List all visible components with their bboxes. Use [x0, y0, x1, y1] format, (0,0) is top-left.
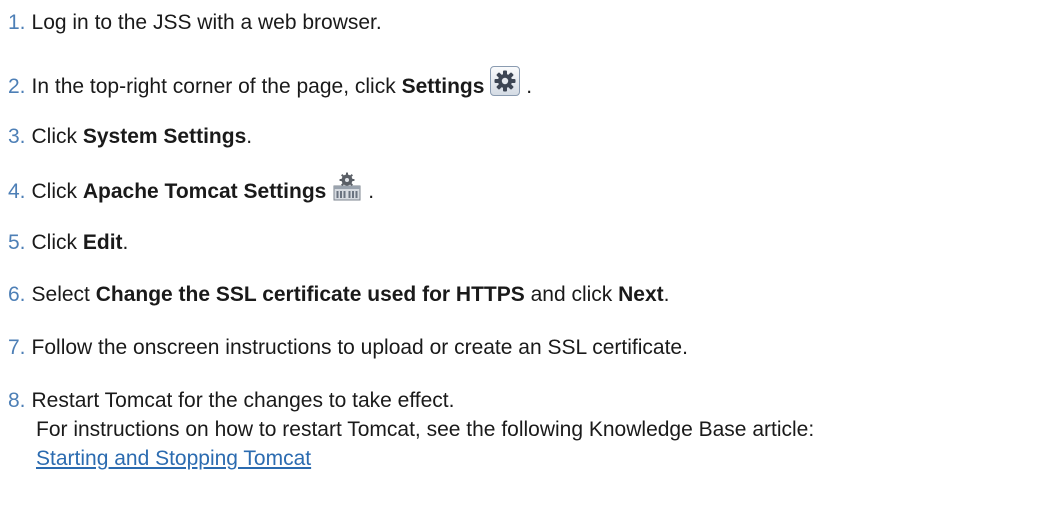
step-8: 8. Restart Tomcat for the changes to take… — [8, 386, 814, 473]
step-text: In the top-right corner of the page, cli… — [31, 75, 402, 98]
step-text: Restart Tomcat for the changes to take e… — [31, 389, 455, 412]
step-7: 7. Follow the onscreen instructions to up… — [8, 333, 688, 362]
step-text: Log in to the JSS with a web browser. — [31, 11, 382, 34]
step-number: 1. — [8, 11, 26, 34]
step-number: 4. — [8, 180, 26, 203]
step-number: 5. — [8, 231, 26, 254]
change-ssl-label: Change the SSL certificate used for HTTP… — [95, 283, 525, 306]
step-3: 3. Click System Settings. — [8, 122, 252, 151]
step-1: 1. Log in to the JSS with a web browser. — [8, 8, 382, 37]
step-text: Click — [31, 125, 83, 148]
settings-label: Settings — [401, 75, 485, 98]
step-number: 3. — [8, 125, 26, 148]
step-5: 5. Click Edit. — [8, 228, 128, 257]
step-text-end: . — [520, 75, 533, 98]
step-number: 7. — [8, 336, 26, 359]
step-number: 8. — [8, 389, 26, 412]
step-text: Click — [31, 180, 83, 203]
step-text-mid: and click — [524, 283, 619, 306]
apache-tomcat-settings-label: Apache Tomcat Settings — [82, 180, 327, 203]
server-gear-icon — [332, 172, 362, 210]
settings-gear-icon — [490, 66, 521, 96]
step-text: Follow the onscreen instructions to uplo… — [31, 336, 688, 359]
step-text: Select — [31, 283, 96, 306]
step-number: 2. — [8, 75, 26, 98]
step-text-end: . — [246, 125, 253, 148]
system-settings-label: System Settings — [82, 125, 247, 148]
step-2: 2. In the top-right corner of the page, c… — [8, 66, 532, 101]
kb-article-link[interactable]: Starting and Stopping Tomcat — [36, 447, 311, 470]
step-text-end: . — [663, 283, 670, 306]
edit-label: Edit — [82, 231, 123, 254]
step-text: Click — [31, 231, 83, 254]
next-label: Next — [618, 283, 664, 306]
step-note: For instructions on how to restart Tomca… — [36, 418, 815, 441]
step-number: 6. — [8, 283, 26, 306]
step-text-end: . — [362, 180, 375, 203]
step-text-end: . — [122, 231, 129, 254]
step-6: 6. Select Change the SSL certificate used… — [8, 280, 670, 309]
step-4: 4. Click Apache Tomcat Settings . — [8, 172, 374, 210]
